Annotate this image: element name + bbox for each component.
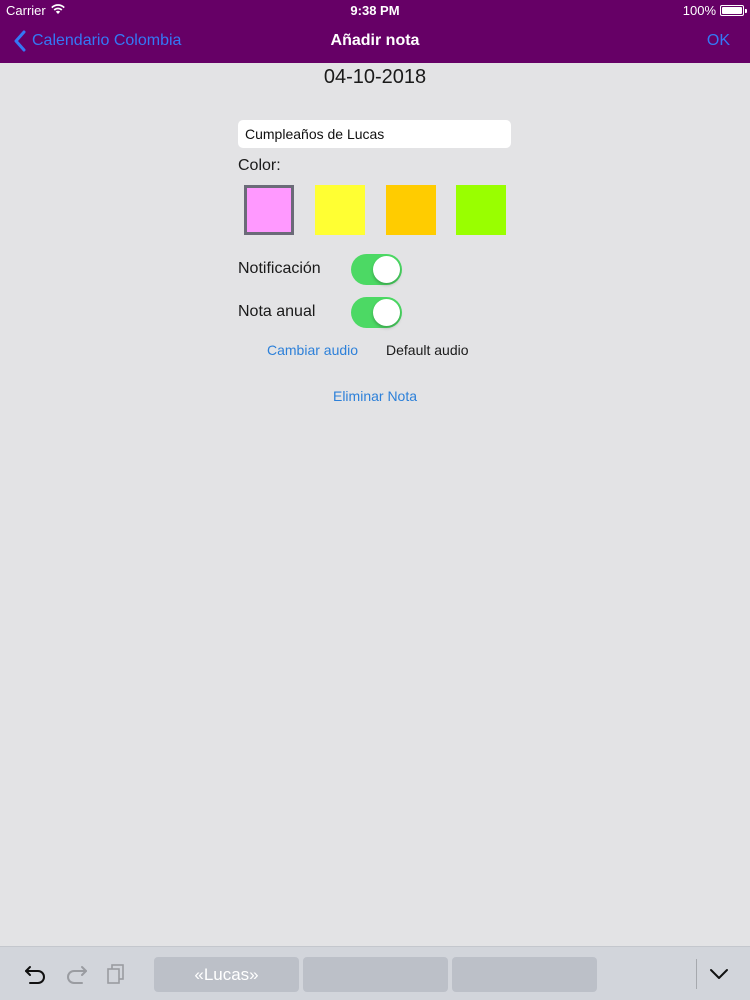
battery-icon bbox=[720, 5, 747, 16]
change-audio-button[interactable]: Cambiar audio bbox=[267, 342, 358, 358]
suggestion-2[interactable] bbox=[303, 957, 448, 992]
delete-note-button[interactable]: Eliminar Nota bbox=[0, 388, 750, 404]
keyboard-shortcut-bar: «Lucas» bbox=[0, 946, 750, 1000]
annual-note-label: Nota anual bbox=[238, 303, 316, 320]
clock: 9:38 PM bbox=[350, 3, 400, 18]
status-bar: Carrier 9:38 PM 100% bbox=[0, 0, 750, 20]
note-date: 04-10-2018 bbox=[323, 66, 427, 88]
note-text-field[interactable] bbox=[238, 120, 511, 148]
suggestion-3[interactable] bbox=[452, 957, 597, 992]
color-label: Color: bbox=[238, 157, 281, 174]
undo-icon[interactable] bbox=[24, 963, 48, 985]
paste-icon[interactable] bbox=[104, 963, 128, 985]
color-swatch-yellow[interactable] bbox=[315, 185, 365, 235]
divider bbox=[696, 959, 697, 989]
current-audio-value: Default audio bbox=[386, 342, 469, 358]
color-swatch-green[interactable] bbox=[456, 185, 506, 235]
color-swatch-orange[interactable] bbox=[386, 185, 436, 235]
suggestion-1[interactable]: «Lucas» bbox=[154, 957, 299, 992]
toggle-knob bbox=[373, 256, 400, 283]
notification-label: Notificación bbox=[238, 260, 321, 277]
battery-percentage: 100% bbox=[682, 3, 716, 18]
annual-note-toggle[interactable] bbox=[351, 297, 402, 328]
page-title: Añadir nota bbox=[330, 32, 420, 49]
ok-button[interactable]: OK bbox=[707, 32, 730, 50]
toggle-knob bbox=[373, 299, 400, 326]
top-bar: Carrier 9:38 PM 100% Calendario Colombia… bbox=[0, 0, 750, 63]
notification-toggle[interactable] bbox=[351, 254, 402, 285]
redo-icon[interactable] bbox=[64, 963, 88, 985]
chevron-down-icon[interactable] bbox=[707, 963, 731, 985]
color-swatch-pink[interactable] bbox=[244, 185, 294, 235]
navigation-bar: Calendario Colombia Añadir nota OK bbox=[0, 20, 750, 63]
